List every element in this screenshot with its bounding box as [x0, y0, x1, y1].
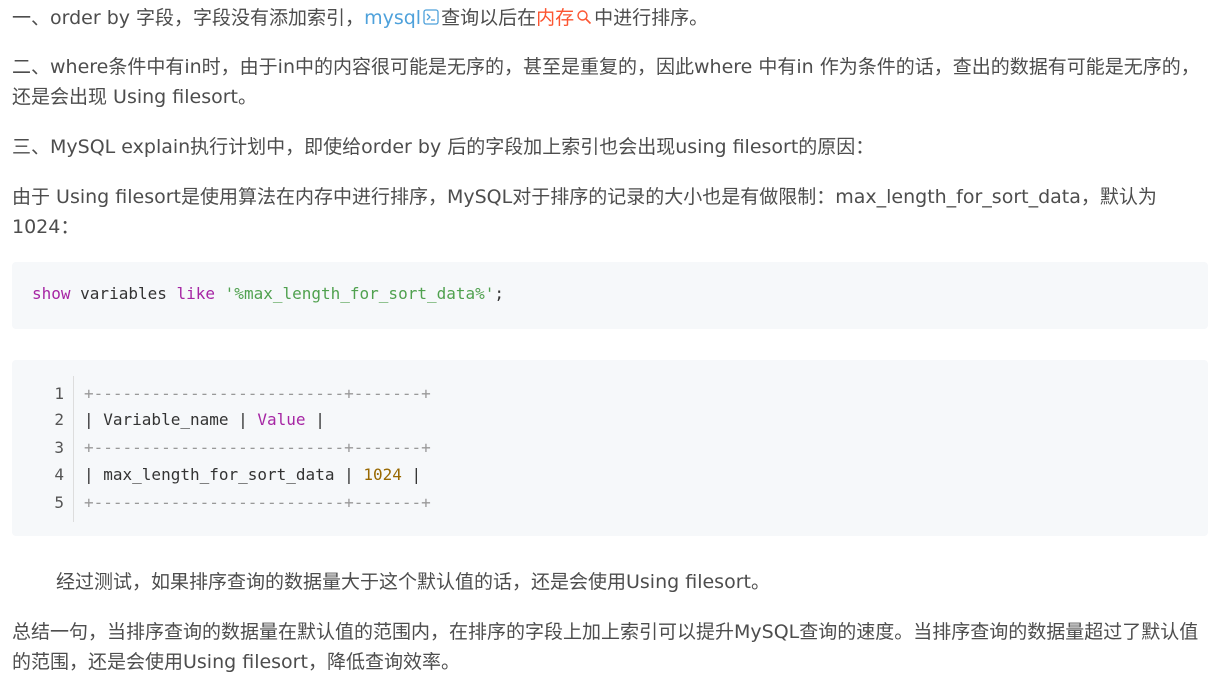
data-cell-value: 1024	[363, 465, 402, 484]
table-border-line: +--------------------------+-------+	[84, 384, 431, 403]
paragraph-2: 二、where条件中有in时，由于in中的内容很可能是无序的，甚至是重复的，因此…	[12, 56, 1200, 108]
para1-text-before: 一、order by 字段，字段没有添加索引，	[12, 7, 365, 29]
code-keyword-show: show	[32, 284, 71, 303]
table-data-row: | max_length_for_sort_data | 1024 |	[84, 465, 421, 484]
line-number: 2	[54, 410, 64, 429]
paragraph-1: 一、order by 字段，字段没有添加索引，mysql 查询以后在内存 中进行排序…	[12, 3, 1204, 34]
memory-keyword-link[interactable]: 内存	[536, 7, 574, 29]
header-row-end: |	[305, 410, 325, 429]
code-block-query[interactable]: show variables like '%max_length_for_sor…	[12, 262, 1208, 329]
table-header-row: | Variable_name | Value |	[84, 410, 325, 429]
search-icon[interactable]	[576, 4, 592, 34]
table-border-line: +--------------------------+-------+	[84, 438, 431, 457]
line-number: 5	[54, 493, 64, 512]
paragraph-3: 三、MySQL explain执行计划中，即使给order by 后的字段加上索…	[12, 136, 875, 158]
line-number: 1	[54, 384, 64, 403]
paragraph-4: 由于 Using filesort是使用算法在内存中进行排序，MySQL对于排序…	[12, 186, 1157, 238]
paragraph-5: 经过测试，如果排序查询的数据量大于这个默认值的话，还是会使用Using file…	[56, 571, 770, 593]
code-block-result[interactable]: 1 2 3 4 5 +--------------------------+--…	[12, 360, 1208, 536]
mysql-link[interactable]: mysql	[364, 7, 421, 29]
code-gutter-divider	[73, 376, 74, 522]
code-semicolon: ;	[494, 284, 505, 303]
line-number: 3	[54, 438, 64, 457]
data-row-end: |	[401, 465, 422, 484]
header-cell-variable-name: | Variable_name |	[84, 410, 258, 429]
data-cell-variable: | max_length_for_sort_data |	[84, 465, 364, 484]
para1-text-middle: 查询以后在	[441, 7, 537, 29]
code-keyword-like: like	[176, 284, 216, 303]
code-line-query: show variables like '%max_length_for_sor…	[32, 284, 504, 303]
line-number: 4	[54, 465, 64, 484]
code-string: '%max_length_for_sort_data%'	[224, 284, 495, 303]
table-border-line: +--------------------------+-------+	[84, 493, 431, 512]
terminal-icon[interactable]	[423, 4, 439, 34]
header-cell-value: Value	[257, 410, 306, 429]
paragraph-6: 总结一句，当排序查询的数据量在默认值的范围内，在排序的字段上加上索引可以提升My…	[12, 621, 1199, 673]
para1-text-after: 中进行排序。	[594, 7, 709, 29]
code-plain: variables	[70, 284, 177, 303]
